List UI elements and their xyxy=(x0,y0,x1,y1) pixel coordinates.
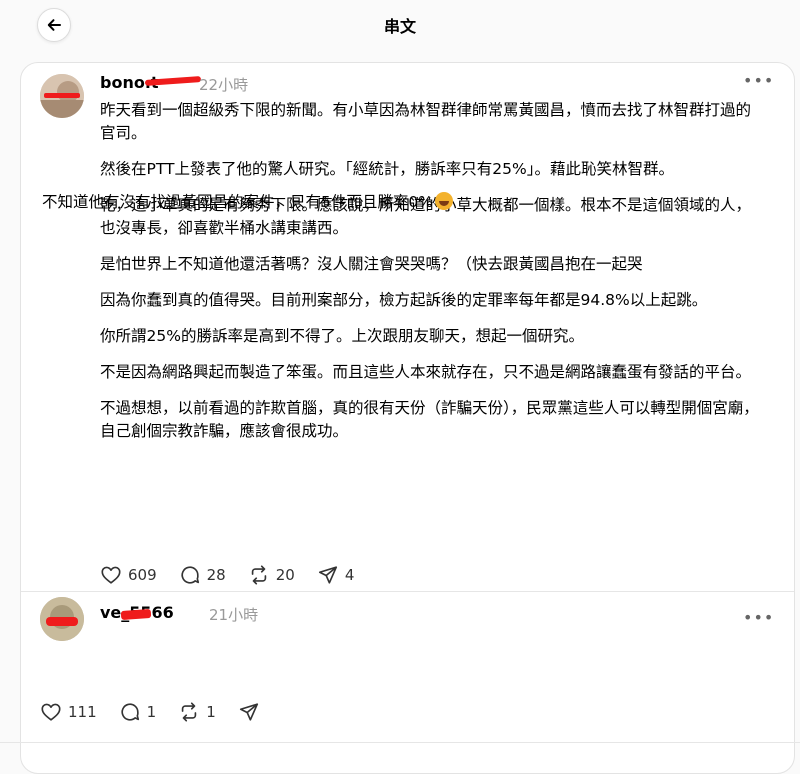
more-icon[interactable]: ••• xyxy=(743,608,774,627)
rolling-laughing-emoji xyxy=(434,192,453,210)
avatar[interactable] xyxy=(40,74,84,118)
top-bar: 串文 xyxy=(0,0,800,52)
like-count: 111 xyxy=(68,703,97,721)
share-button[interactable]: 4 xyxy=(317,564,355,586)
like-button[interactable]: 111 xyxy=(40,701,97,723)
share-count: 4 xyxy=(344,566,355,584)
post-paragraph: 你所謂25%的勝訴率是高到不得了。上次跟朋友聊天，想起一個研究。 xyxy=(100,327,584,345)
like-button[interactable]: 609 xyxy=(100,564,157,586)
repost-button[interactable]: 20 xyxy=(248,564,295,586)
repost-icon xyxy=(251,565,266,585)
repost-count: 1 xyxy=(206,703,216,721)
repost-count: 20 xyxy=(275,566,295,584)
post-paragraph: 因為你蠢到真的值得哭。目前刑案部分，檢方起訴後的定罪率每年都是94.8%以上起跳… xyxy=(100,291,708,309)
divider xyxy=(0,742,800,743)
divider xyxy=(21,591,794,592)
repost-icon xyxy=(181,702,197,722)
like-count: 609 xyxy=(128,566,157,584)
post-paragraph: 昨天看到一個超級秀下限的新聞。有小草因為林智群律師常罵黃國昌，憤而去找了林智群打… xyxy=(100,101,752,142)
heart-icon xyxy=(101,566,121,584)
thread-card: bono.t 22小時 ••• 昨天看到一個超級秀下限的新聞。有小草因為林智群律… xyxy=(20,62,795,774)
post-paragraph: 不是因為網路興起而製造了笨蛋。而且這些人本來就存在，只不過是網路讓蠢蛋有發話的平… xyxy=(100,363,752,381)
reply-actions: 111 1 1 xyxy=(40,701,282,723)
post-body: 昨天看到一個超級秀下限的新聞。有小草因為林智群律師常罵黃國昌，憤而去找了林智群打… xyxy=(100,99,760,456)
comment-icon xyxy=(121,703,139,721)
reply-button[interactable]: 1 xyxy=(119,701,157,723)
reply-body: 不知道他有沒有找過黃國昌的案件，只有5件而且勝率0% xyxy=(42,191,742,214)
send-icon xyxy=(318,566,337,584)
reply-count: 28 xyxy=(206,566,226,584)
repost-button[interactable]: 1 xyxy=(178,701,216,723)
post-paragraph: 然後在PTT上發表了他的驚人研究。「經統計，勝訴率只有25%」。藉此恥笑林智群。 xyxy=(100,160,674,178)
reply-count: 1 xyxy=(146,703,157,721)
comment-icon xyxy=(181,566,199,584)
more-icon[interactable]: ••• xyxy=(743,71,774,90)
share-button[interactable] xyxy=(238,701,260,723)
reply-text: 不知道他有沒有找過黃國昌的案件，只有5件而且勝率0% xyxy=(42,193,433,211)
avatar[interactable] xyxy=(40,597,84,641)
post-time[interactable]: 21小時 xyxy=(209,604,258,625)
post-paragraph: 不過想想，以前看過的詐欺首腦，真的很有天份（詐騙天份），民眾黨這些人可以轉型開個… xyxy=(100,399,759,440)
send-icon xyxy=(239,703,258,721)
heart-icon xyxy=(41,703,61,721)
post-paragraph: 是怕世界上不知道他還活著嗎？沒人關注會哭哭嗎？（快去跟黃國昌抱在一起哭 xyxy=(100,255,643,273)
reply-button[interactable]: 28 xyxy=(179,564,226,586)
page-title: 串文 xyxy=(383,17,416,36)
post-time[interactable]: 22小時 xyxy=(199,74,248,95)
post-actions: 609 28 20 4 xyxy=(100,564,376,586)
